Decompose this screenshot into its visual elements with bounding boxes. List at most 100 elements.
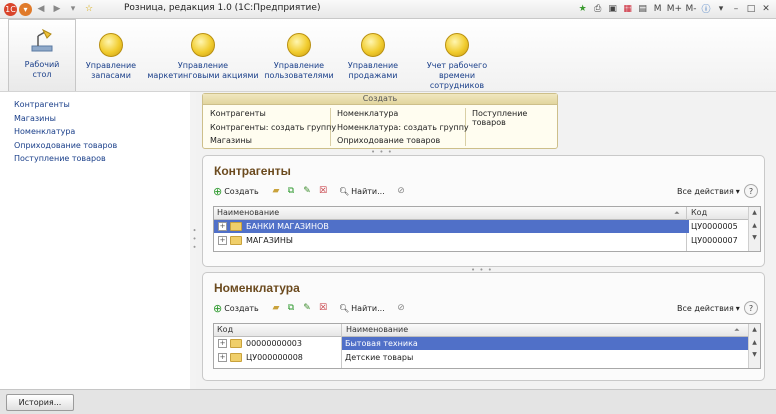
memory-m-plus-button[interactable]: M+ (667, 1, 682, 16)
folder-icon (230, 339, 242, 348)
chevron-down-icon: ▾ (735, 303, 740, 313)
sidebar-item-magaziny[interactable]: Магазины (14, 114, 56, 123)
status-bar: История... (0, 389, 776, 414)
scroll-top-icon[interactable]: ▲ (749, 208, 760, 217)
minimize-icon[interactable]: – (730, 1, 742, 16)
history-button[interactable]: История... (6, 394, 74, 411)
expand-icon[interactable]: + (218, 339, 227, 348)
title-bar: 1С ▾ ◀ ▶ ▾ ☆ Розница, редакция 1.0 (1С:П… (0, 0, 776, 19)
close-icon[interactable]: ✕ (760, 1, 772, 16)
edit-pencil-icon[interactable]: ✎ (301, 185, 313, 197)
create-link-kontragenty[interactable]: Контрагенты (210, 109, 266, 118)
add-icon: ⊕ (213, 301, 223, 315)
cancel-search-icon[interactable]: ⊘ (395, 185, 407, 197)
section-users[interactable]: Управление пользователями (264, 19, 334, 81)
nomenklatura-all-actions-button[interactable]: Все действия ▾ (677, 301, 740, 315)
nomenklatura-find-button[interactable]: 🔍︎ Найти... (339, 301, 385, 315)
forward-icon[interactable]: ▶ (50, 2, 64, 16)
search-icon: 🔍︎ (339, 186, 350, 196)
main-menu-icon[interactable]: ▾ (19, 2, 32, 16)
create-actions-panel: Создать Контрагенты Контрагенты: создать… (202, 93, 558, 149)
table-row[interactable]: + МАГАЗИНЫ ЦУ0000007 (214, 234, 748, 247)
section-sales[interactable]: Управление продажами (340, 19, 406, 81)
scroll-down-icon[interactable]: ▼ (749, 233, 760, 242)
expand-icon[interactable]: + (218, 353, 227, 362)
sidebar-item-nomenklatura[interactable]: Номенклатура (14, 127, 75, 136)
cancel-search-icon[interactable]: ⊘ (395, 302, 407, 314)
favorites-star-icon[interactable]: ☆ (82, 2, 96, 16)
edit-pencil-icon[interactable]: ✎ (301, 302, 313, 314)
column-header-code[interactable]: Код (691, 207, 746, 219)
expand-icon[interactable]: + (218, 236, 227, 245)
column-header-name[interactable]: Наименование (217, 207, 677, 219)
back-icon[interactable]: ◀ (34, 2, 48, 16)
nomenklatura-scrollbar[interactable]: ▲ ▲ ▼ (748, 324, 760, 368)
delete-mark-icon[interactable]: ☒ (317, 185, 329, 197)
create-folder-icon[interactable]: ▰ (270, 302, 282, 314)
section-users-icon (287, 33, 311, 57)
save-icon[interactable]: ▣ (607, 1, 619, 16)
kontragenty-scrollbar[interactable]: ▲ ▲ ▼ (748, 207, 760, 251)
folder-icon (230, 353, 242, 362)
row-code-cell: + ЦУ000000008 (214, 351, 340, 364)
table-row[interactable]: +00000000003 Бытовая техника (214, 337, 748, 350)
create-link-oprikhodovanie[interactable]: Оприходование товаров (337, 136, 440, 145)
nomenklatura-all-actions-label: Все действия (677, 303, 734, 313)
print-icon[interactable]: ⎙ (592, 1, 604, 16)
kontragenty-create-button[interactable]: ⊕ Создать (213, 184, 259, 198)
scroll-up-icon[interactable]: ▲ (749, 338, 760, 347)
create-link-kontragenty-group[interactable]: Контрагенты: создать группу (210, 123, 336, 132)
history-dropdown-icon[interactable]: ▾ (66, 2, 80, 16)
kontragenty-find-button[interactable]: 🔍︎ Найти... (339, 184, 385, 198)
kontragenty-table-header: Наименование ⏶ Код (214, 207, 748, 251)
create-link-magaziny[interactable]: Магазины (210, 136, 252, 145)
table-row[interactable]: + ЦУ000000008 Детские товары (214, 351, 748, 364)
nomenklatura-table: Код Наименование ⏶ +00000000003 Бытовая … (213, 323, 761, 369)
create-link-postuplenie[interactable]: Поступление товаров (472, 109, 557, 127)
info-icon[interactable]: ⓘ (700, 1, 712, 16)
nomenklatura-create-button[interactable]: ⊕ Создать (213, 301, 259, 315)
copy-icon[interactable]: ⧉ (285, 302, 297, 314)
memory-m-button[interactable]: M (652, 1, 664, 16)
copy-icon[interactable]: ⧉ (285, 185, 297, 197)
create-link-nomenklatura-group[interactable]: Номенклатура: создать группу (337, 123, 469, 132)
help-icon[interactable]: ? (744, 184, 758, 198)
section-worktime[interactable]: Учет рабочего времени сотрудников (412, 19, 502, 91)
scroll-up-icon[interactable]: ▲ (749, 221, 760, 230)
title-bar-right-controls: ★ ⎙ ▣ ▦ ▤ M M+ M- ⓘ ▾ – □ ✕ (577, 1, 772, 16)
row-name-cell: Детские товары (345, 353, 414, 362)
scroll-top-icon[interactable]: ▲ (749, 325, 760, 334)
sidebar-item-oprikhodovanie[interactable]: Оприходование товаров (14, 141, 117, 150)
section-desktop-line2: стол (32, 70, 52, 79)
section-marketing[interactable]: Управление маркетинговыми акциями (146, 19, 260, 81)
help-icon[interactable]: ? (744, 301, 758, 315)
create-link-nomenklatura[interactable]: Номенклатура (337, 109, 398, 118)
memory-m-minus-button[interactable]: M- (685, 1, 697, 16)
delete-mark-icon[interactable]: ☒ (317, 302, 329, 314)
info-dropdown-icon[interactable]: ▾ (715, 1, 727, 16)
section-sales-line2: продажами (348, 71, 398, 80)
search-icon: 🔍︎ (339, 303, 350, 313)
section-worktime-icon (445, 33, 469, 57)
table-row[interactable]: + БАНКИ МАГАЗИНОВ ЦУ0000005 (214, 220, 749, 233)
sidebar-item-postuplenie[interactable]: Поступление товаров (14, 154, 106, 163)
sidebar-item-kontragenty[interactable]: Контрагенты (14, 100, 70, 109)
add-to-favorites-icon[interactable]: ★ (577, 1, 589, 16)
section-inventory[interactable]: Управление запасами (78, 19, 144, 81)
app-logo-icon[interactable]: 1С (4, 2, 17, 16)
column-header-code[interactable]: Код (217, 324, 337, 336)
calendar-icon[interactable]: ▦ (622, 1, 634, 16)
add-icon: ⊕ (213, 184, 223, 198)
title-bar-left-controls: 1С ▾ ◀ ▶ ▾ ☆ (4, 2, 96, 16)
section-desktop[interactable]: Рабочий стол (8, 19, 76, 91)
scroll-down-icon[interactable]: ▼ (749, 350, 760, 359)
calculator-icon[interactable]: ▤ (637, 1, 649, 16)
section-inventory-line2: запасами (91, 71, 131, 80)
column-header-name[interactable]: Наименование (346, 324, 726, 336)
section-worktime-line2: времени сотрудников (429, 71, 485, 90)
section-marketing-line1: Управление (177, 61, 229, 70)
create-folder-icon[interactable]: ▰ (270, 185, 282, 197)
kontragenty-all-actions-button[interactable]: Все действия ▾ (677, 184, 740, 198)
expand-icon[interactable]: + (218, 222, 227, 231)
maximize-icon[interactable]: □ (745, 1, 757, 16)
